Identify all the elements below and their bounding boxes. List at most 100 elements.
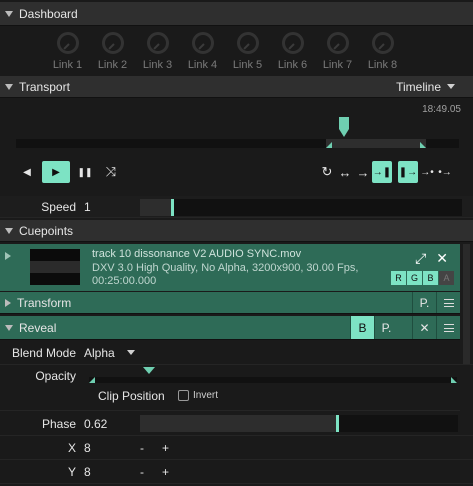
expand-arrow-icon[interactable] bbox=[5, 252, 11, 260]
knob-icon[interactable] bbox=[56, 32, 79, 54]
phase-value[interactable]: 0.62 bbox=[82, 417, 107, 431]
knob-icon[interactable] bbox=[146, 32, 169, 54]
playback-controls: ◀ ▶ ❚❚ ⤨ bbox=[14, 160, 124, 184]
reveal-menu-button[interactable] bbox=[436, 316, 460, 339]
clip-panel[interactable]: track 10 dissonance V2 AUDIO SYNC.mov DX… bbox=[0, 244, 460, 291]
random-button[interactable]: →• bbox=[418, 161, 436, 183]
knob-icon[interactable] bbox=[371, 32, 394, 54]
preset-label: P. bbox=[419, 295, 430, 310]
previous-button[interactable]: ◀ bbox=[14, 161, 40, 183]
shuffle-icon: ⤨ bbox=[105, 164, 117, 179]
dashboard-header[interactable]: Dashboard bbox=[0, 2, 473, 26]
loop-button[interactable]: ↻ bbox=[318, 161, 336, 183]
forward-button[interactable]: → bbox=[354, 161, 372, 183]
channel-b-toggle[interactable]: B bbox=[423, 271, 438, 285]
link-label: Link 4 bbox=[187, 59, 218, 71]
channel-g-toggle[interactable]: G bbox=[407, 271, 422, 285]
invert-checkbox[interactable]: Invert bbox=[178, 390, 218, 401]
opacity-range-slider[interactable] bbox=[89, 367, 457, 385]
menu-icon bbox=[443, 298, 454, 307]
y-increment-button[interactable]: + bbox=[162, 465, 169, 479]
transform-header[interactable]: Transform P. bbox=[0, 292, 460, 314]
clip-actions: ⤢ ✕ bbox=[415, 250, 448, 267]
channel-a-toggle[interactable]: A bbox=[439, 271, 454, 285]
pause-button[interactable]: ❚❚ bbox=[72, 161, 98, 183]
shuffle-button[interactable]: ⤨ bbox=[98, 161, 124, 183]
clip-thumbnail[interactable] bbox=[30, 249, 80, 285]
link-knob-5[interactable]: Link 5 bbox=[225, 32, 270, 71]
transport-mode-dropdown[interactable]: Timeline bbox=[396, 80, 455, 94]
transport-header[interactable]: Transport Timeline bbox=[0, 76, 473, 98]
reveal-header[interactable]: Reveal B P. ✕ bbox=[0, 316, 460, 340]
link-knob-6[interactable]: Link 6 bbox=[270, 32, 315, 71]
knob-icon[interactable] bbox=[191, 32, 214, 54]
timeline-jump-button[interactable]: •→ bbox=[436, 161, 454, 183]
transport-title: Transport bbox=[19, 79, 70, 94]
expand-icon[interactable]: ⤢ bbox=[415, 250, 426, 267]
blend-mode-label: Blend Mode bbox=[11, 345, 76, 360]
reveal-preset-button[interactable]: P. bbox=[374, 316, 398, 339]
collapse-arrow-icon[interactable] bbox=[5, 83, 13, 90]
phase-label: Phase bbox=[41, 416, 76, 431]
phase-slider-handle[interactable] bbox=[336, 415, 339, 432]
link-label: Link 2 bbox=[97, 59, 128, 71]
link-label: Link 7 bbox=[322, 59, 353, 71]
timeline-range[interactable] bbox=[326, 139, 426, 148]
play-button[interactable]: ▶ bbox=[42, 161, 70, 183]
link-knob-1[interactable]: Link 1 bbox=[45, 32, 90, 71]
timeline-bar[interactable] bbox=[16, 139, 459, 148]
checkbox-icon[interactable] bbox=[178, 390, 189, 401]
play-once-hold-icon: →❚ bbox=[372, 166, 392, 178]
knob-icon[interactable] bbox=[236, 32, 259, 54]
link-knob-8[interactable]: Link 8 bbox=[360, 32, 405, 71]
cuepoints-title: Cuepoints bbox=[19, 223, 74, 238]
close-icon[interactable]: ✕ bbox=[436, 250, 448, 267]
blend-mode-row: Blend Mode Alpha bbox=[0, 341, 473, 365]
y-decrement-button[interactable]: - bbox=[140, 465, 162, 479]
bounce-icon: ↔ bbox=[338, 164, 352, 180]
collapse-arrow-icon[interactable] bbox=[5, 227, 13, 234]
knob-icon[interactable] bbox=[101, 32, 124, 54]
speed-slider[interactable] bbox=[140, 199, 462, 216]
play-once-hold-button[interactable]: →❚ bbox=[372, 161, 392, 183]
bounce-button[interactable]: ↔ bbox=[336, 161, 354, 183]
knob-icon[interactable] bbox=[281, 32, 304, 54]
expand-arrow-icon[interactable] bbox=[5, 298, 11, 307]
link-knob-2[interactable]: Link 2 bbox=[90, 32, 135, 71]
phase-slider-fill bbox=[140, 415, 337, 432]
channel-r-toggle[interactable]: R bbox=[391, 271, 406, 285]
x-decrement-button[interactable]: - bbox=[140, 441, 162, 455]
knob-icon[interactable] bbox=[326, 32, 349, 54]
playhead-icon[interactable] bbox=[337, 117, 351, 139]
bypass-label: B bbox=[358, 320, 367, 335]
loop-icon: ↻ bbox=[321, 164, 333, 179]
blend-mode-dropdown[interactable]: Alpha bbox=[82, 346, 135, 360]
clip-info: DXV 3.0 High Quality, No Alpha, 3200x900… bbox=[92, 262, 359, 287]
collapse-arrow-icon[interactable] bbox=[5, 324, 13, 331]
link-knob-7[interactable]: Link 7 bbox=[315, 32, 360, 71]
x-value[interactable]: 8 bbox=[82, 441, 140, 455]
transform-title: Transform bbox=[17, 295, 72, 310]
play-once-icon: ❚→ bbox=[398, 166, 418, 178]
invert-label: Invert bbox=[193, 390, 219, 402]
speed-label: Speed bbox=[41, 199, 76, 214]
phase-slider[interactable] bbox=[140, 415, 458, 432]
reveal-title: Reveal bbox=[19, 320, 57, 335]
x-label: X bbox=[67, 441, 76, 455]
reveal-bypass-button[interactable]: B bbox=[350, 316, 374, 339]
chevron-down-icon bbox=[126, 350, 135, 355]
y-value[interactable]: 8 bbox=[82, 465, 140, 479]
cuepoints-header[interactable]: Cuepoints bbox=[0, 220, 473, 242]
reveal-remove-button[interactable]: ✕ bbox=[412, 316, 436, 339]
transform-menu-button[interactable] bbox=[436, 292, 460, 313]
x-increment-button[interactable]: + bbox=[162, 441, 169, 455]
speed-row: Speed 1 bbox=[0, 196, 473, 218]
collapse-arrow-icon[interactable] bbox=[5, 10, 13, 17]
link-knob-4[interactable]: Link 4 bbox=[180, 32, 225, 71]
speed-value[interactable]: 1 bbox=[82, 200, 91, 214]
play-once-button[interactable]: ❚→ bbox=[398, 161, 418, 183]
speed-slider-handle[interactable] bbox=[171, 199, 174, 216]
transform-preset-button[interactable]: P. bbox=[412, 292, 436, 313]
link-knob-3[interactable]: Link 3 bbox=[135, 32, 180, 71]
link-label: Link 8 bbox=[367, 59, 398, 71]
